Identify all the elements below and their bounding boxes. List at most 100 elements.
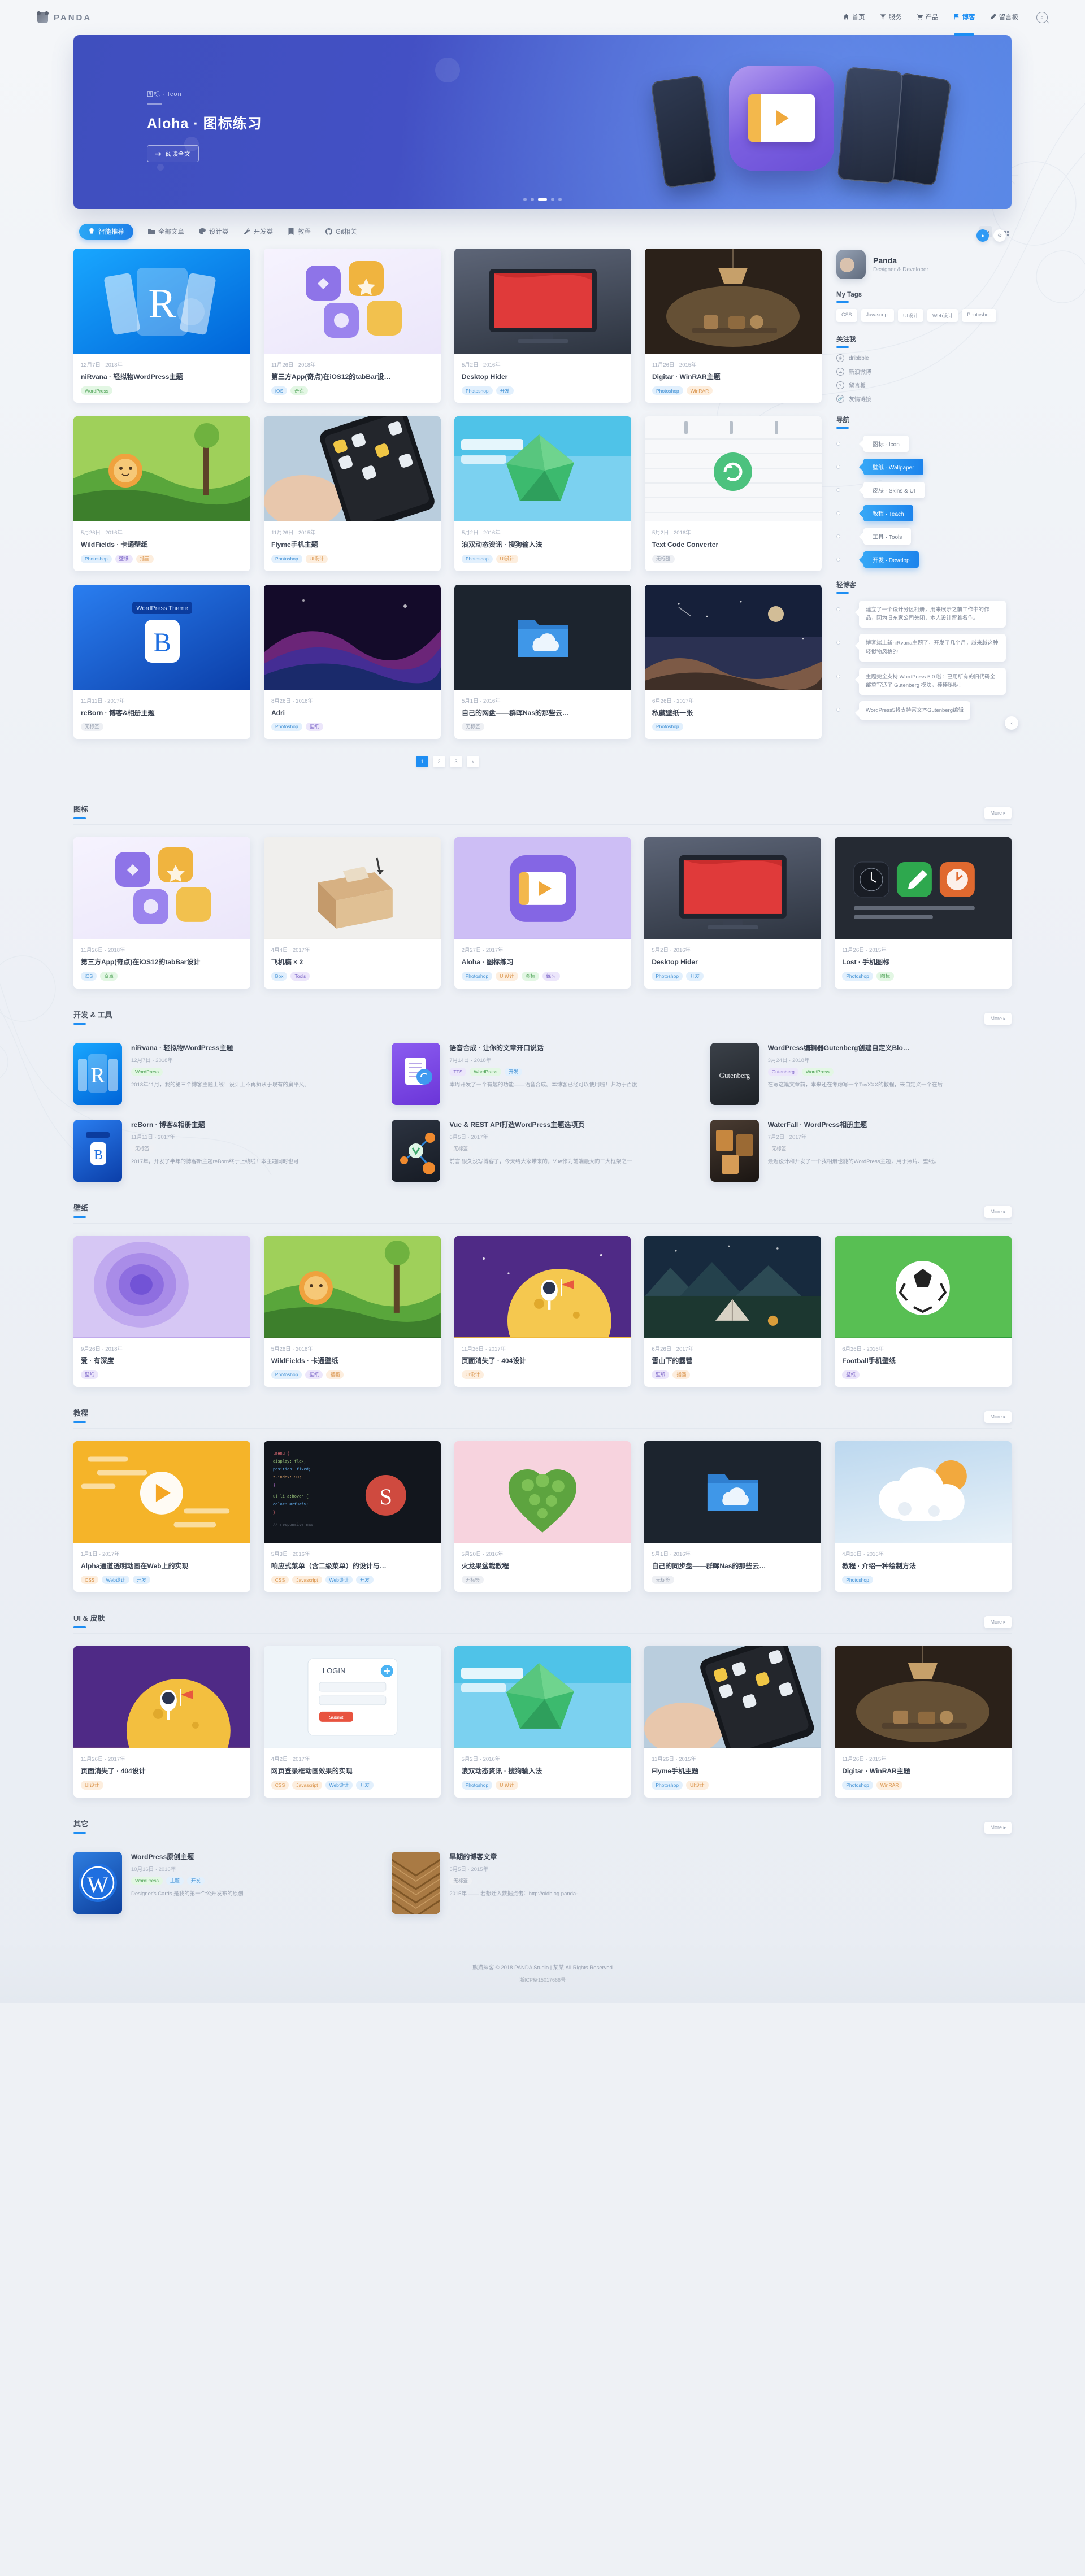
tag[interactable]: UI设计	[496, 972, 518, 980]
tag[interactable]: iOS	[271, 386, 287, 395]
tag[interactable]: 插画	[326, 1370, 344, 1379]
section-more-button[interactable]: More ▸	[984, 1822, 1012, 1834]
page-button-1[interactable]: 1	[416, 756, 428, 767]
tag[interactable]: Photoshop	[271, 723, 302, 731]
dev-item[interactable]: 语音合成 · 让你的文章开口说话 7月14日 · 2018年 TTS WordP…	[392, 1043, 693, 1105]
article-card[interactable]: 11月26日 · 2018年 第三方App(奇点)在iOS12的tabBar设计…	[73, 837, 250, 988]
article-card[interactable]: 8月26日 · 2016年 Adri Photoshop 壁纸	[264, 585, 441, 739]
dev-item[interactable]: Vue & REST API打造WordPress主题选项页 6月5日 · 20…	[392, 1120, 693, 1182]
avatar[interactable]	[836, 250, 866, 279]
tag[interactable]: 开发	[356, 1781, 374, 1789]
tag[interactable]: Photoshop	[652, 972, 683, 980]
tag[interactable]: iOS	[81, 972, 97, 980]
tag[interactable]: Javascript	[292, 1576, 322, 1584]
search-icon[interactable]: ⌕	[1036, 12, 1048, 23]
tag[interactable]: Photoshop	[81, 555, 112, 563]
follow-item-guestbook[interactable]: ✎ 留言板	[836, 381, 1006, 389]
article-card[interactable]: 11月26日 · 2017年 页面消失了 · 404设计 UI设计	[454, 1236, 631, 1387]
dev-item[interactable]: B reBorn · 博客&相册主题 11月11日 · 2017年 无标签 20…	[73, 1120, 375, 1182]
carousel-dot[interactable]	[558, 198, 562, 201]
article-card[interactable]: 11月26日 · 2018年 第三方App(奇点)在iOS12的tabBar设……	[264, 249, 441, 403]
tag[interactable]: 练习	[542, 972, 560, 980]
article-card[interactable]: 11月26日 · 2015年 Flyme手机主题 Photoshop UI设计	[264, 416, 441, 571]
sidebar-nav-tools-cat[interactable]: 工具 · Tools	[863, 528, 911, 545]
sidebar-nav-skins-cat[interactable]: 皮肤 · Skins & UI	[863, 482, 925, 498]
dev-item[interactable]: W WordPress原创主题 10月16日 · 2016年 WordPress…	[73, 1852, 375, 1914]
tag[interactable]: WordPress	[131, 1877, 163, 1885]
sidebar-nav-icon-cat[interactable]: 图标 · Icon	[863, 436, 909, 452]
tag[interactable]: 主题	[166, 1877, 184, 1885]
tag[interactable]: WordPress	[81, 386, 112, 395]
tag[interactable]: Web设计	[326, 1781, 353, 1789]
tag[interactable]: Photoshop	[462, 1781, 493, 1789]
article-card[interactable]: 2月27日 · 2017年 Aloha · 图标练习 Photoshop UI设…	[454, 837, 631, 988]
follow-item-weibo[interactable]: ☁ 新浪微博	[836, 367, 1006, 376]
tag[interactable]: Photoshop	[462, 555, 493, 563]
tag[interactable]: 无标签	[131, 1145, 154, 1153]
tag[interactable]: CSS	[271, 1576, 289, 1584]
sidebar-nav-wallpaper-cat[interactable]: 壁纸 · Wallpaper	[863, 459, 923, 475]
tag[interactable]: 插画	[136, 555, 154, 563]
nav-item-home[interactable]: 首页	[843, 12, 865, 23]
tag[interactable]: 无标签	[449, 1145, 472, 1153]
tag[interactable]: UI设计	[462, 1370, 484, 1379]
carousel-dot-active[interactable]	[538, 198, 547, 201]
tag[interactable]: 开发	[356, 1576, 374, 1584]
hero-read-more-button[interactable]: 阅读全文	[147, 145, 199, 162]
follow-item-dribbble[interactable]: ◉ dribbble	[836, 354, 1006, 362]
tag[interactable]: CSS	[81, 1576, 98, 1584]
tag[interactable]: TTS	[449, 1068, 466, 1076]
article-card[interactable]: 5月2日 · 2016年 Text Code Converter 无标签	[645, 416, 822, 571]
page-button-3[interactable]: 3	[450, 756, 462, 767]
hero-carousel-dots[interactable]	[523, 198, 562, 201]
tag[interactable]: 无标签	[652, 1576, 674, 1584]
tag[interactable]: 无标签	[462, 723, 484, 731]
filter-tab-tutorial[interactable]: 教程	[288, 227, 311, 236]
tag[interactable]: 开发	[187, 1877, 205, 1885]
article-card[interactable]: 5月2日 · 2016年 Desktop Hider Photoshop 开发	[644, 837, 821, 988]
carousel-dot[interactable]	[523, 198, 527, 201]
tag[interactable]: Javascript	[292, 1781, 322, 1789]
tag[interactable]: 无标签	[449, 1877, 472, 1885]
microblog-entry[interactable]: 博客端上新niRvana主题了，开发了几个月，越来越这种轻拟物风格的	[859, 634, 1006, 661]
page-next-button[interactable]: ›	[467, 756, 479, 767]
article-card[interactable]: 11月26日 · 2015年 Digitar · WinRAR主题 Photos…	[835, 1646, 1012, 1797]
tag[interactable]: 开发	[496, 386, 514, 395]
tag[interactable]: Photoshop	[652, 1781, 683, 1789]
tag[interactable]: UI设计	[496, 1781, 518, 1789]
section-more-button[interactable]: More ▸	[984, 1013, 1012, 1025]
tag[interactable]: Photoshop	[271, 555, 302, 563]
tag[interactable]: 插画	[672, 1370, 690, 1379]
dev-item[interactable]: R niRvana · 轻拟物WordPress主题 12月7日 · 2018年…	[73, 1043, 375, 1105]
filter-tab-all[interactable]: 全部文章	[148, 227, 184, 236]
article-card[interactable]: R 12月7日 · 2018年 niRvana · 轻拟物WordPress主题…	[73, 249, 250, 403]
article-card[interactable]: 5月26日 · 2016年 WildFields · 卡通壁纸 Photosho…	[264, 1236, 441, 1387]
tag[interactable]: Photoshop	[462, 386, 493, 395]
tag[interactable]: 壁纸	[842, 1370, 860, 1379]
page-button-2[interactable]: 2	[433, 756, 445, 767]
microblog-entry[interactable]: 建立了一个设计分区相册，用来展示之前工作中的作品，因为旧东家公司关闭，本人设计留…	[859, 601, 1006, 628]
tag[interactable]: WinRAR	[876, 1781, 903, 1789]
article-card[interactable]: 5月1日 · 2016年 自己的同步盘——群晖Nas的那些云… 无标签	[644, 1441, 821, 1592]
article-card[interactable]: 5月2日 · 2016年 浪双动态资讯 · 搜狗输入法 Photoshop UI…	[454, 416, 631, 571]
tag[interactable]: 奇点	[290, 386, 308, 395]
tag[interactable]: Photoshop	[842, 1576, 873, 1584]
tag[interactable]: WinRAR	[687, 386, 713, 395]
nav-item-service[interactable]: 服务	[880, 12, 902, 23]
tag[interactable]: 壁纸	[652, 1370, 669, 1379]
article-card[interactable]: 11月26日 · 2017年 页面消失了 · 404设计 UI设计	[73, 1646, 250, 1797]
user-icon[interactable]: ●	[976, 229, 989, 242]
dev-item[interactable]: 早期的博客文章 5月5日 · 2015年 无标签 2015年 —— 若想迁入数据…	[392, 1852, 693, 1914]
tag[interactable]: 无标签	[768, 1145, 791, 1153]
filter-tab-dev[interactable]: 开发类	[244, 227, 274, 236]
tag[interactable]: Web设计	[326, 1576, 353, 1584]
sidebar-nav-develop-cat[interactable]: 开发 · Develop	[863, 551, 919, 568]
article-card[interactable]: 11月26日 · 2015年 Flyme手机主题 Photoshop UI设计	[644, 1646, 821, 1797]
tag[interactable]: CSS	[271, 1781, 289, 1789]
tag[interactable]: UI设计	[496, 555, 519, 563]
article-card[interactable]: 6月26日 · 2017年 雪山下的露营 壁纸 插画	[644, 1236, 821, 1387]
tag[interactable]: Tools	[290, 972, 310, 980]
dev-item[interactable]: WaterFall · WordPress相册主题 7月2日 · 2017年 无…	[710, 1120, 1012, 1182]
article-card[interactable]: 4月26日 · 2016年 教程 · 介绍一种绘制方法 Photoshop	[835, 1441, 1012, 1592]
article-card[interactable]: 5月26日 · 2016年 WildFields · 卡通壁纸 Photosho…	[73, 416, 250, 571]
